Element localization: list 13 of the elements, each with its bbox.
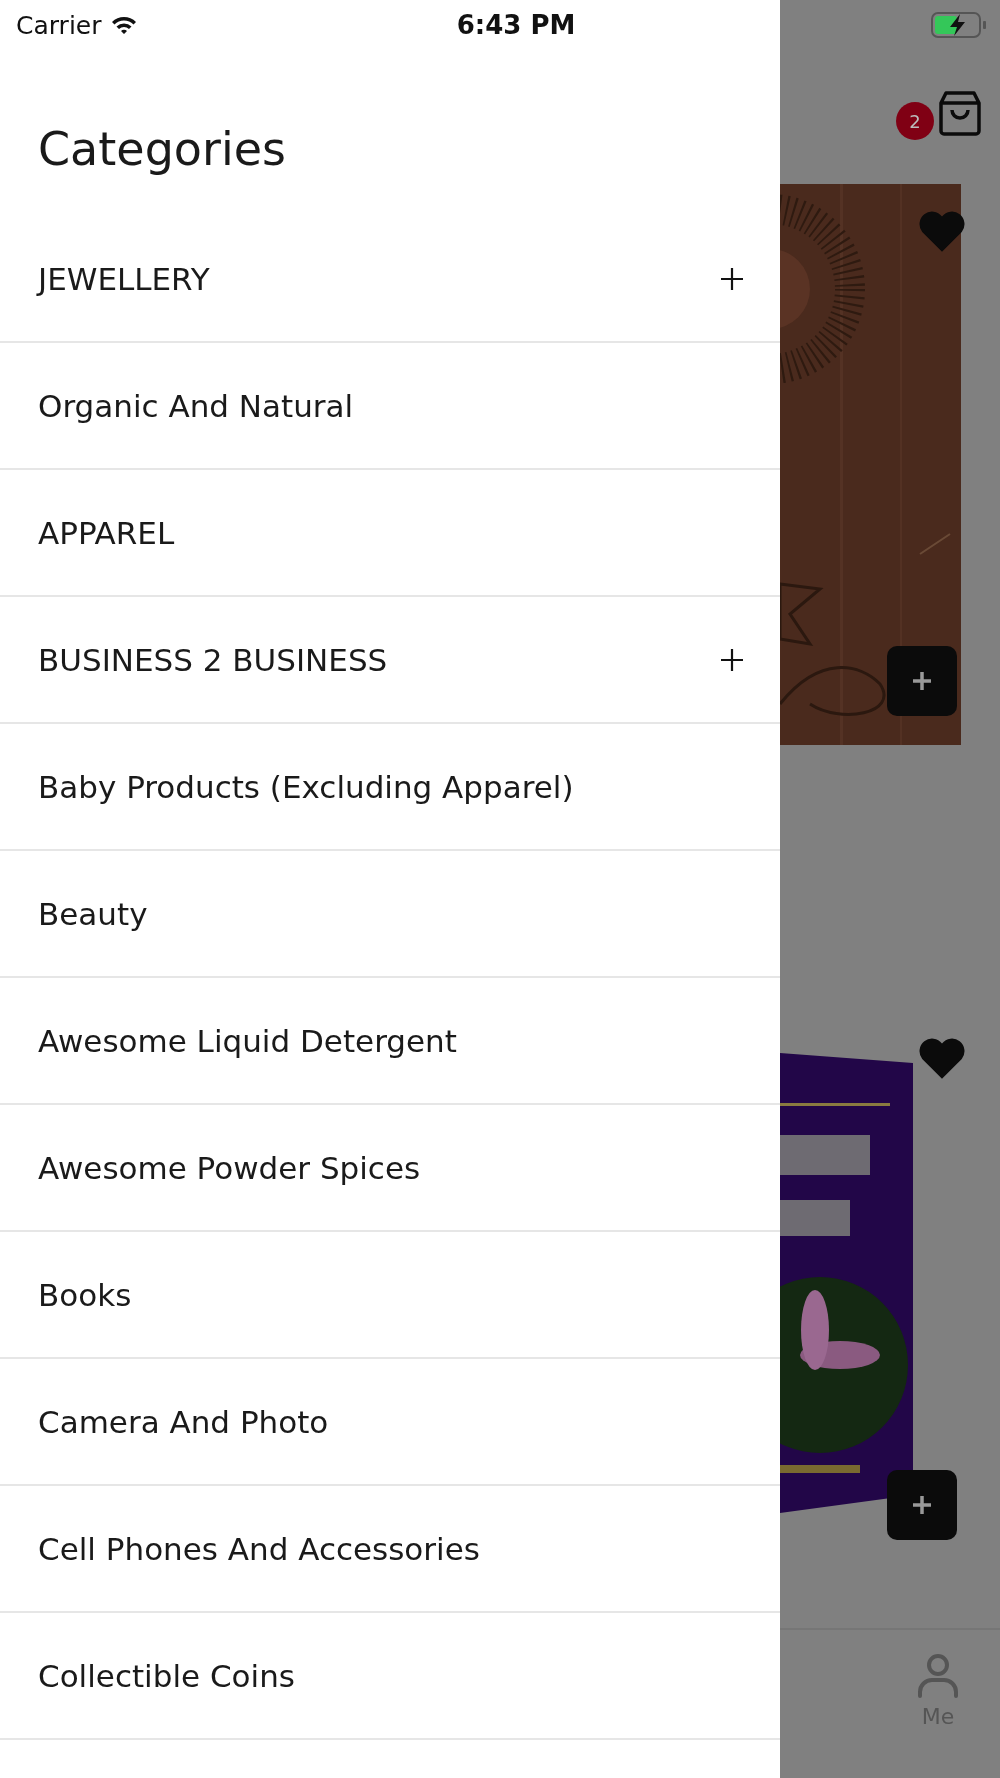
shopping-bag-icon[interactable]	[938, 90, 982, 136]
plus-icon	[720, 647, 744, 672]
category-item[interactable]: BUSINESS 2 BUSINESS	[0, 597, 780, 724]
cart-count-badge: 2	[896, 102, 934, 140]
plus-icon	[911, 670, 933, 692]
plus-icon	[911, 1494, 933, 1516]
drawer-title: Categories	[38, 122, 287, 178]
add-button[interactable]	[887, 646, 957, 716]
carrier-label: Carrier	[16, 10, 102, 40]
battery-icon	[930, 11, 988, 39]
plus-icon	[720, 266, 744, 291]
status-time: 6:43 PM	[456, 10, 576, 40]
add-button[interactable]	[887, 1470, 957, 1540]
